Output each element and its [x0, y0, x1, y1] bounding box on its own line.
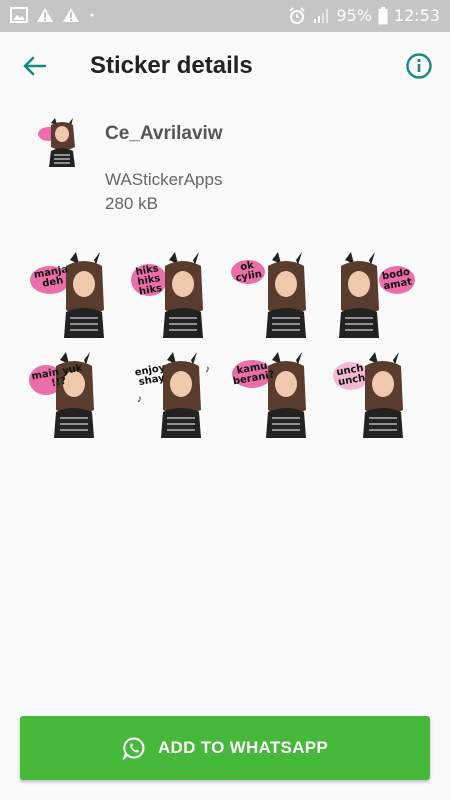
clock: 12:53 — [393, 6, 440, 25]
page-title: Sticker details — [90, 52, 253, 79]
warning-icon — [63, 8, 79, 22]
pack-name: Ce_Avrilaviw — [105, 123, 223, 144]
sticker-item[interactable]: ♪ ♪ enjoy shay — [129, 350, 217, 438]
sticker-item[interactable]: kamu berani? — [230, 350, 318, 438]
sticker-item[interactable]: main yuk !!? — [28, 350, 116, 438]
back-button[interactable] — [20, 52, 50, 80]
image-icon — [10, 7, 28, 23]
app-bar: Sticker details — [0, 32, 450, 98]
add-button-label: ADD TO WHATSAPP — [157, 738, 329, 757]
svg-text:♪: ♪ — [137, 394, 142, 405]
sticker-grid: manja deh hiks hiks hiks ok cyiin bodo a… — [28, 250, 420, 438]
info-icon — [406, 53, 432, 79]
pack-publisher: WAStickerApps — [105, 170, 223, 189]
sticker-item[interactable]: hiks hiks hiks — [129, 250, 217, 338]
battery-percent: 95% — [336, 6, 372, 25]
signal-icon — [314, 9, 329, 23]
sticker-item[interactable]: unch unch — [331, 350, 419, 438]
sticker-caption: hiks hiks hiks — [134, 263, 164, 298]
battery-icon — [378, 7, 388, 25]
dot-icon — [90, 13, 94, 17]
sticker-item[interactable]: ok cyiin — [230, 250, 318, 338]
alarm-icon — [289, 7, 306, 24]
svg-text:♪: ♪ — [205, 364, 210, 375]
status-bar: 95% 12:53 — [0, 0, 450, 32]
warning-icon — [37, 8, 53, 22]
info-button[interactable] — [405, 52, 433, 80]
add-to-whatsapp-button[interactable]: ADD TO WHATSAPP — [20, 716, 430, 780]
sticker-item[interactable]: manja deh — [28, 250, 116, 338]
arrow-back-icon — [23, 56, 47, 76]
whatsapp-icon — [122, 737, 145, 760]
sticker-item[interactable]: bodo amat — [331, 250, 419, 338]
pack-size: 280 kB — [105, 194, 158, 213]
pack-thumbnail — [37, 117, 85, 167]
